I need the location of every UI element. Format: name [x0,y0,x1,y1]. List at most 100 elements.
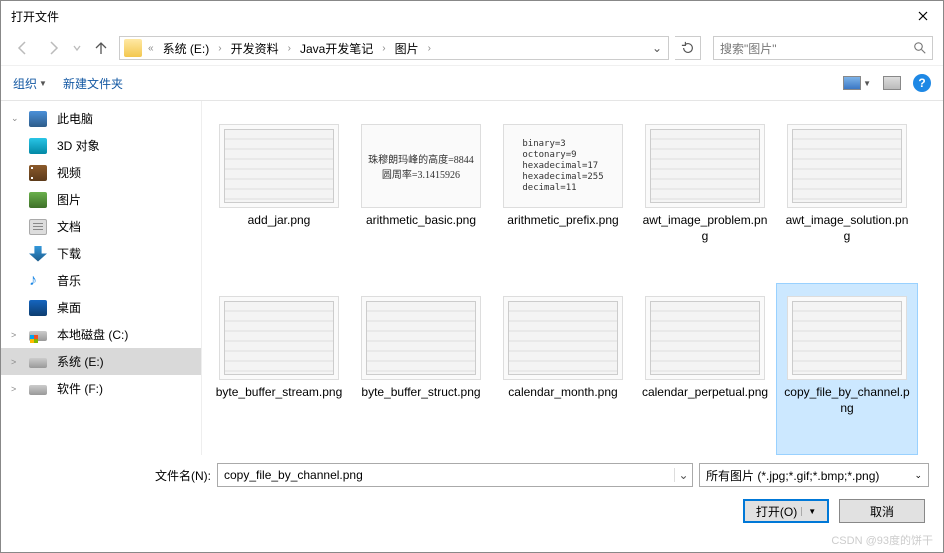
address-dropdown[interactable]: ⌄ [650,41,664,55]
close-icon [918,11,928,21]
sidebar-item-label: 本地磁盘 (C:) [57,326,128,343]
chevron-right-icon: › [378,43,389,54]
sidebar-item[interactable]: > 系统 (E:) [1,348,201,375]
file-name: calendar_perpetual.png [638,384,772,400]
file-thumbnail [645,124,765,208]
expand-icon: > [11,330,16,340]
breadcrumb[interactable]: 图片 [392,39,422,58]
cancel-button[interactable]: 取消 [839,499,925,523]
help-button[interactable]: ? [913,74,931,92]
chevron-right-icon: › [284,43,295,54]
preview-pane-button[interactable] [883,76,901,90]
forward-button[interactable] [41,36,65,60]
separator-icon: « [144,43,158,54]
sidebar-item-label: 系统 (E:) [57,353,104,370]
recent-dropdown[interactable] [71,36,83,60]
sidebar-item[interactable]: 3D 对象 [1,132,201,159]
file-item[interactable]: awt_image_solution.png [776,111,918,283]
sidebar-item[interactable]: 视频 [1,159,201,186]
file-name: calendar_month.png [504,384,621,400]
search-input[interactable]: 搜索"图片" [713,36,933,60]
arrow-right-icon [45,40,61,56]
open-dropdown-icon[interactable]: ▼ [801,507,816,516]
watermark: CSDN @93度的饼干 [831,532,933,548]
file-item[interactable]: binary=3 octonary=9 hexadecimal=17 hexad… [492,111,634,283]
file-thumbnail: 珠穆朗玛峰的高度=8844 圆周率=3.1415926 [361,124,481,208]
filename-label: 文件名(N): [155,467,211,484]
sidebar-item[interactable]: 桌面 [1,294,201,321]
file-thumbnail [219,124,339,208]
sidebar-item[interactable]: 图片 [1,186,201,213]
sidebar-item-label: 下载 [57,245,81,262]
sidebar-item[interactable]: ⌄ 此电脑 [1,105,201,132]
filter-dropdown[interactable]: 所有图片 (*.jpg;*.gif;*.bmp;*.png) ⌄ [699,463,929,487]
filename-input[interactable] [218,468,674,482]
file-item[interactable]: add_jar.png [208,111,350,283]
file-name: copy_file_by_channel.png [779,384,915,416]
ic-drv-icon [29,358,47,368]
sidebar-item[interactable]: ♪音乐 [1,267,201,294]
filter-label: 所有图片 (*.jpg;*.gif;*.bmp;*.png) [706,467,879,484]
organize-menu[interactable]: 组织 ▼ [13,75,47,92]
sidebar-item-label: 桌面 [57,299,81,316]
ic-img-icon [29,192,47,208]
file-name: byte_buffer_struct.png [357,384,484,400]
filename-dropdown[interactable]: ⌄ [674,468,692,482]
address-bar[interactable]: « 系统 (E:) › 开发资料 › Java开发笔记 › 图片 › ⌄ [119,36,669,60]
sidebar-item-label: 软件 (F:) [57,380,103,397]
breadcrumb[interactable]: 开发资料 [228,39,282,58]
chevron-down-icon: ▼ [863,79,871,88]
sidebar-item[interactable]: 文档 [1,213,201,240]
search-placeholder: 搜索"图片" [720,40,777,57]
filename-field[interactable]: ⌄ [217,463,693,487]
new-folder-button[interactable]: 新建文件夹 [63,75,123,92]
sidebar-item[interactable]: 下载 [1,240,201,267]
file-item[interactable]: copy_file_by_channel.png [776,283,918,455]
file-item[interactable]: calendar_month.png [492,283,634,455]
file-item[interactable]: 珠穆朗玛峰的高度=8844 圆周率=3.1415926 arithmetic_ba… [350,111,492,283]
close-button[interactable] [903,1,943,31]
file-name: add_jar.png [244,212,315,228]
breadcrumb[interactable]: 系统 (E:) [160,39,213,58]
sidebar-item[interactable]: >软件 (F:) [1,375,201,402]
file-thumbnail [361,296,481,380]
expand-icon: > [11,357,16,367]
open-button[interactable]: 打开(O) ▼ [743,499,829,523]
file-item[interactable]: calendar_perpetual.png [634,283,776,455]
up-button[interactable] [89,36,113,60]
file-thumbnail [219,296,339,380]
arrow-left-icon [15,40,31,56]
file-grid[interactable]: add_jar.png 珠穆朗玛峰的高度=8844 圆周率=3.1415926 ar… [201,101,943,455]
ic-vid-icon [29,165,47,181]
window-title: 打开文件 [11,8,59,25]
ic-drv-icon [29,385,47,395]
file-name: byte_buffer_stream.png [212,384,347,400]
refresh-button[interactable] [675,36,701,60]
sidebar-item-label: 此电脑 [57,110,93,127]
file-thumbnail [645,296,765,380]
file-name: arithmetic_basic.png [362,212,480,228]
file-name: awt_image_problem.png [637,212,773,244]
arrow-up-icon [93,40,109,56]
file-item[interactable]: byte_buffer_stream.png [208,283,350,455]
ic-doc-icon [29,219,47,235]
sidebar-item-label: 图片 [57,191,81,208]
sidebar-item[interactable]: > 本地磁盘 (C:) [1,321,201,348]
file-item[interactable]: byte_buffer_struct.png [350,283,492,455]
expand-icon: ⌄ [11,113,19,124]
ic-desk-icon [29,300,47,316]
ic-dl-icon [29,246,47,262]
back-button[interactable] [11,36,35,60]
file-name: awt_image_solution.png [779,212,915,244]
chevron-down-icon [73,44,81,52]
sidebar-item-label: 视频 [57,164,81,181]
file-thumbnail [787,296,907,380]
sidebar-item-label: 音乐 [57,272,81,289]
sidebar-item-label: 文档 [57,218,81,235]
file-item[interactable]: awt_image_problem.png [634,111,776,283]
breadcrumb[interactable]: Java开发笔记 [297,39,376,58]
ic-3d-icon [29,138,47,154]
file-name: arithmetic_prefix.png [503,212,622,228]
sidebar-item-label: 3D 对象 [57,137,100,154]
view-menu[interactable]: ▼ [843,76,871,90]
